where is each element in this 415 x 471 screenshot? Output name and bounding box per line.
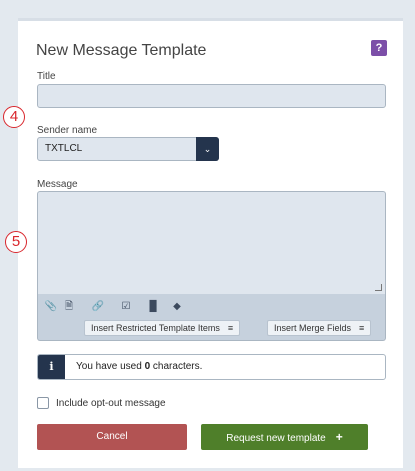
dialog-title: New Message Template: [36, 42, 207, 59]
request-template-button[interactable]: Request new template +: [201, 424, 368, 450]
list-icon: ≡: [227, 323, 234, 333]
info-icon: i: [38, 355, 65, 379]
insert-restricted-items-button[interactable]: Insert Restricted Template Items ≡: [84, 320, 241, 336]
sender-name-select[interactable]: TXTLCL: [37, 137, 219, 161]
step-marker-5: 5: [5, 231, 27, 253]
tag-icon[interactable]: ◆: [170, 300, 184, 314]
chevron-down-icon[interactable]: ⌄: [196, 137, 219, 161]
question-icon[interactable]: ?: [371, 40, 387, 56]
message-toolbar: 📎 🗎 🔗 ☑ █ ◆ Insert Restricted Template I…: [37, 294, 386, 341]
list-icon: ≡: [359, 323, 365, 333]
sender-name-label: Sender name: [37, 125, 98, 136]
cancel-button[interactable]: Cancel: [37, 424, 187, 450]
request-template-label: Request new template: [226, 433, 326, 444]
link-icon[interactable]: 🔗: [91, 300, 105, 314]
checkbox-icon[interactable]: ☑: [119, 300, 133, 314]
paperclip-icon[interactable]: 📎: [44, 300, 58, 314]
plus-icon: +: [335, 430, 343, 444]
count-prefix: You have used: [76, 361, 145, 372]
count-suffix: characters.: [150, 361, 203, 372]
title-label: Title: [37, 71, 56, 82]
document-icon[interactable]: 🗎: [62, 300, 76, 314]
insert-restricted-label: Insert Restricted Template Items: [91, 323, 220, 333]
step-marker-4: 4: [3, 106, 25, 128]
barcode-icon[interactable]: █: [146, 300, 160, 314]
optout-label: Include opt-out message: [56, 398, 166, 409]
title-input[interactable]: [37, 84, 386, 108]
message-textarea[interactable]: [37, 191, 386, 294]
character-count-notice: i You have used 0 characters.: [37, 354, 386, 380]
insert-merge-fields-button[interactable]: Insert Merge Fields ≡: [267, 320, 372, 336]
message-label: Message: [37, 179, 78, 190]
optout-checkbox[interactable]: [37, 397, 49, 409]
character-count-text: You have used 0 characters.: [76, 361, 202, 372]
resize-handle-icon[interactable]: [375, 284, 382, 291]
insert-merge-label: Insert Merge Fields: [274, 323, 352, 333]
